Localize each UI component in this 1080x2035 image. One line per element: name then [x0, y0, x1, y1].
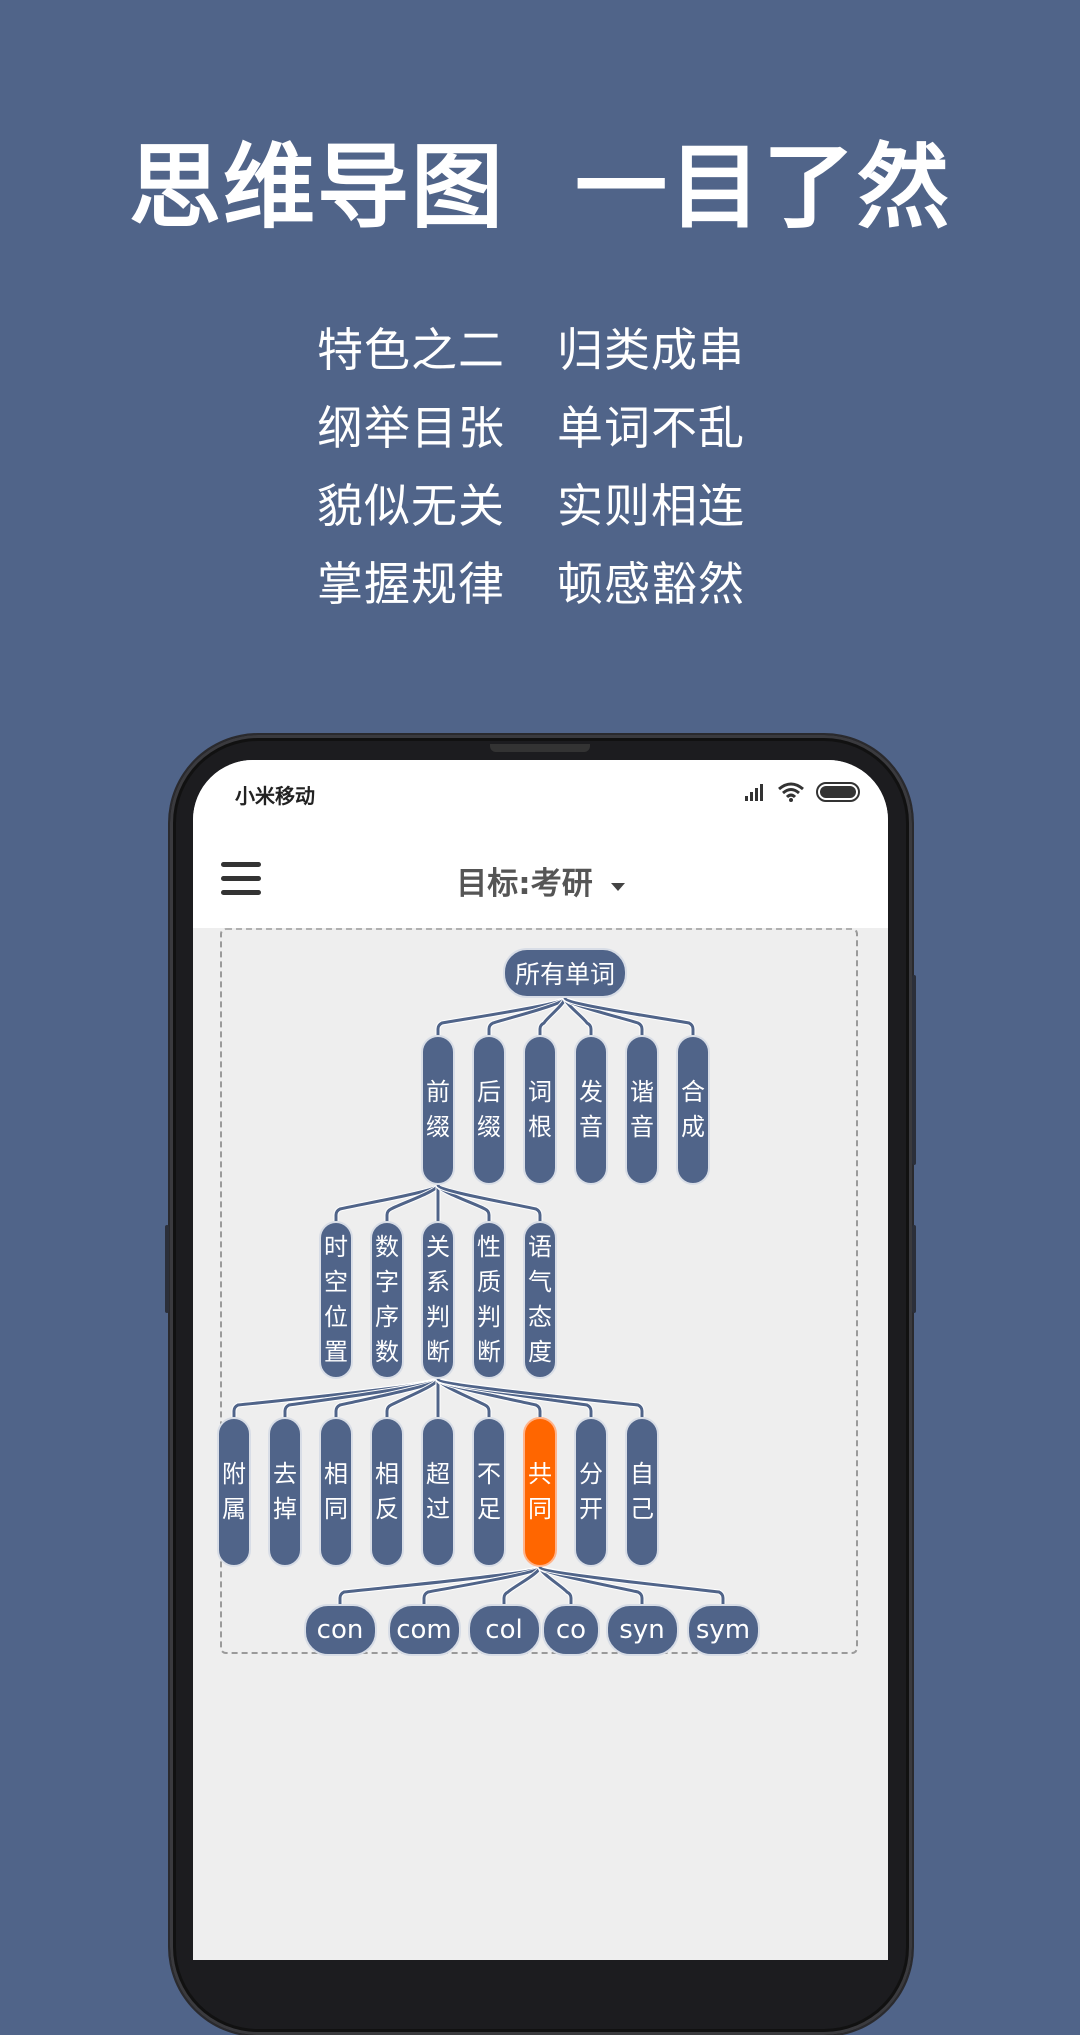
level3-node[interactable]: 附属: [217, 1417, 251, 1567]
root-node[interactable]: 所有单词: [503, 948, 627, 998]
level3-node[interactable]: 分开: [574, 1417, 608, 1567]
node-label: col: [485, 1615, 523, 1645]
node-label: con: [316, 1615, 364, 1645]
level4-node[interactable]: syn: [605, 1604, 679, 1656]
level1-node[interactable]: 后缀: [472, 1035, 506, 1185]
tagline-line: 实则相连: [557, 479, 745, 533]
tagline-line: 顿感豁然: [557, 557, 745, 611]
level3-node-selected[interactable]: 共同: [523, 1417, 557, 1567]
node-label: sym: [695, 1615, 751, 1645]
headline-part1: 思维导图: [128, 134, 505, 241]
level2-node[interactable]: 数字序数: [370, 1221, 404, 1379]
node-label: 数字序数: [375, 1233, 399, 1366]
level1-node[interactable]: 前缀: [421, 1035, 455, 1185]
node-label: 分开: [579, 1460, 603, 1523]
link-level4: [538, 1565, 725, 1604]
node-label: syn: [619, 1615, 665, 1645]
level3-node[interactable]: 不足: [472, 1417, 506, 1567]
app-bar: 目标:考研: [193, 830, 888, 928]
signal-icon: [745, 784, 763, 801]
node-label: 后缀: [477, 1078, 501, 1141]
tagline-line: 归类成串: [557, 323, 745, 377]
level2-node[interactable]: 性质判断: [472, 1221, 506, 1379]
tagline-line: 单词不乱: [557, 401, 745, 455]
node-label: 共同: [528, 1460, 552, 1523]
level4-node[interactable]: com: [387, 1604, 461, 1656]
node-label: 性质判断: [477, 1233, 501, 1366]
tagline-line: 貌似无关: [317, 479, 505, 533]
carrier-name: 小米移动: [235, 784, 315, 808]
link-level1: [436, 996, 567, 1035]
node-label: 相反: [375, 1460, 399, 1523]
tagline-line: 特色之二: [317, 323, 505, 377]
target-selector[interactable]: 目标:考研: [193, 858, 888, 903]
node-label: 所有单词: [514, 960, 615, 989]
caret-down-icon: [610, 882, 625, 891]
mind-map-canvas[interactable]: 所有单词前缀 后缀 词根 发音 谐音 合成时空位置 数字序数 关系判断 性质判断 语气态度附属 去掉…: [193, 928, 888, 1960]
level2-node[interactable]: 关系判断: [421, 1221, 455, 1379]
level4-node[interactable]: sym: [686, 1604, 760, 1656]
battery-icon: [816, 782, 860, 802]
wifi-icon: [778, 782, 804, 802]
level1-node[interactable]: 词根: [523, 1035, 557, 1185]
node-label: 语气态度: [528, 1233, 552, 1366]
phone-side-button: [165, 1225, 169, 1313]
link-level2: [385, 1184, 440, 1221]
headline-part2: 一目了然: [575, 134, 952, 241]
node-label: com: [396, 1615, 452, 1645]
phone-screen: 小米移动 目标:考研 所有单词 前缀 后缀 词根 发音 谐音 合成 时空位置 数…: [193, 760, 888, 1960]
phone-earpiece: [490, 744, 590, 752]
level1-node[interactable]: 合成: [676, 1035, 710, 1185]
tagline-left-column: 特色之二 纲举目张 貌似无关 掌握规律: [317, 311, 505, 623]
node-label: co: [555, 1615, 587, 1645]
level2-node[interactable]: 语气态度: [523, 1221, 557, 1379]
node-label: 去掉: [273, 1460, 297, 1523]
node-label: 附属: [222, 1460, 246, 1523]
level4-node[interactable]: co: [542, 1604, 600, 1656]
level3-node[interactable]: 相反: [370, 1417, 404, 1567]
level4-node[interactable]: con: [303, 1604, 377, 1656]
node-label: 不足: [477, 1460, 501, 1523]
app-title: 目标:考研: [456, 866, 593, 902]
node-label: 自己: [630, 1460, 654, 1523]
node-label: 相同: [324, 1460, 348, 1523]
tagline-line: 掌握规律: [317, 557, 505, 611]
level3-node[interactable]: 超过: [421, 1417, 455, 1567]
status-bar: 小米移动: [193, 760, 888, 830]
level1-node[interactable]: 发音: [574, 1035, 608, 1185]
headline: 思维导图 一目了然: [0, 128, 1080, 248]
node-label: 时空位置: [324, 1233, 348, 1366]
node-label: 关系判断: [426, 1233, 450, 1366]
level1-node[interactable]: 谐音: [625, 1035, 659, 1185]
level2-node[interactable]: 时空位置: [319, 1221, 353, 1379]
tagline-line: 纲举目张: [317, 401, 505, 455]
phone-volume-button: [912, 975, 916, 1165]
link-level4: [338, 1565, 542, 1604]
node-label: 谐音: [630, 1078, 654, 1141]
node-label: 合成: [681, 1078, 705, 1141]
node-label: 发音: [579, 1078, 603, 1141]
node-label: 超过: [426, 1460, 450, 1523]
node-label: 前缀: [426, 1078, 450, 1141]
level3-node[interactable]: 去掉: [268, 1417, 302, 1567]
level3-node[interactable]: 自己: [625, 1417, 659, 1567]
level3-node[interactable]: 相同: [319, 1417, 353, 1567]
link-level1: [487, 996, 567, 1035]
link-level4: [422, 1565, 542, 1604]
node-label: 词根: [528, 1078, 552, 1141]
tagline-right-column: 归类成串 单词不乱 实则相连 顿感豁然: [557, 311, 745, 623]
phone-power-button: [912, 1225, 916, 1313]
level4-node[interactable]: col: [467, 1604, 541, 1656]
